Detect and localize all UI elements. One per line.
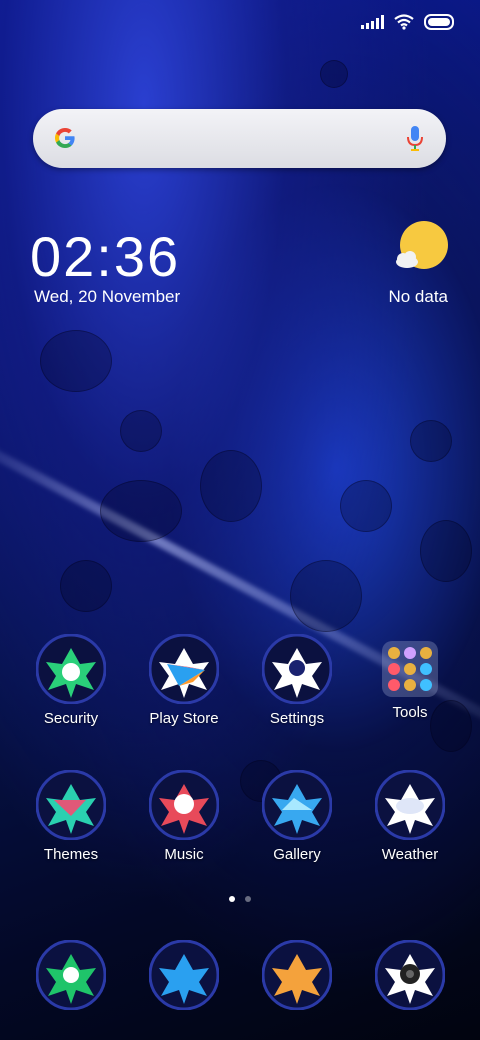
app-settings[interactable]: Settings xyxy=(247,633,347,727)
clock-time[interactable]: 02:36 xyxy=(30,224,180,289)
page-dot[interactable] xyxy=(245,896,251,902)
app-themes[interactable]: Themes xyxy=(21,769,121,863)
app-label: Music xyxy=(164,846,204,863)
page-dot-active[interactable] xyxy=(229,896,235,902)
app-label: Gallery xyxy=(273,846,321,863)
app-label: Tools xyxy=(392,704,428,721)
app-security[interactable]: Security xyxy=(21,633,121,727)
app-label: Weather xyxy=(381,846,439,863)
camera-icon xyxy=(374,939,446,1011)
mic-icon[interactable] xyxy=(406,125,424,153)
messages-icon xyxy=(148,939,220,1011)
google-icon xyxy=(55,128,75,148)
weather-app-icon xyxy=(374,769,446,841)
themes-icon xyxy=(35,769,107,841)
settings-icon xyxy=(261,633,333,705)
clock-date: Wed, 20 November xyxy=(34,287,181,306)
weather-sun-icon[interactable] xyxy=(393,220,451,274)
dock-messages[interactable] xyxy=(134,939,234,1011)
google-search-bar[interactable] xyxy=(33,109,446,168)
app-play-store[interactable]: Play Store xyxy=(134,633,234,727)
app-label: Settings xyxy=(269,710,325,727)
dock-camera[interactable] xyxy=(360,939,460,1011)
play-store-icon xyxy=(148,633,220,705)
music-icon xyxy=(148,769,220,841)
page-indicator xyxy=(0,896,480,902)
tools-folder-icon xyxy=(382,641,438,697)
weather-status: No data xyxy=(388,287,448,306)
app-gallery[interactable]: Gallery xyxy=(247,769,347,863)
app-music[interactable]: Music xyxy=(134,769,234,863)
security-icon xyxy=(35,633,107,705)
app-label: Play Store xyxy=(149,710,219,727)
status-bar xyxy=(361,10,454,34)
dock-phone[interactable] xyxy=(21,939,121,1011)
signal-icon xyxy=(361,15,384,29)
wifi-icon xyxy=(394,14,414,30)
app-weather[interactable]: Weather xyxy=(360,769,460,863)
battery-icon xyxy=(424,14,454,30)
app-label: Themes xyxy=(43,846,99,863)
app-label: Security xyxy=(43,710,99,727)
folder-tools[interactable]: Tools xyxy=(360,634,460,721)
dock-browser[interactable] xyxy=(247,939,347,1011)
phone-icon xyxy=(35,939,107,1011)
gallery-icon xyxy=(261,769,333,841)
browser-icon xyxy=(261,939,333,1011)
